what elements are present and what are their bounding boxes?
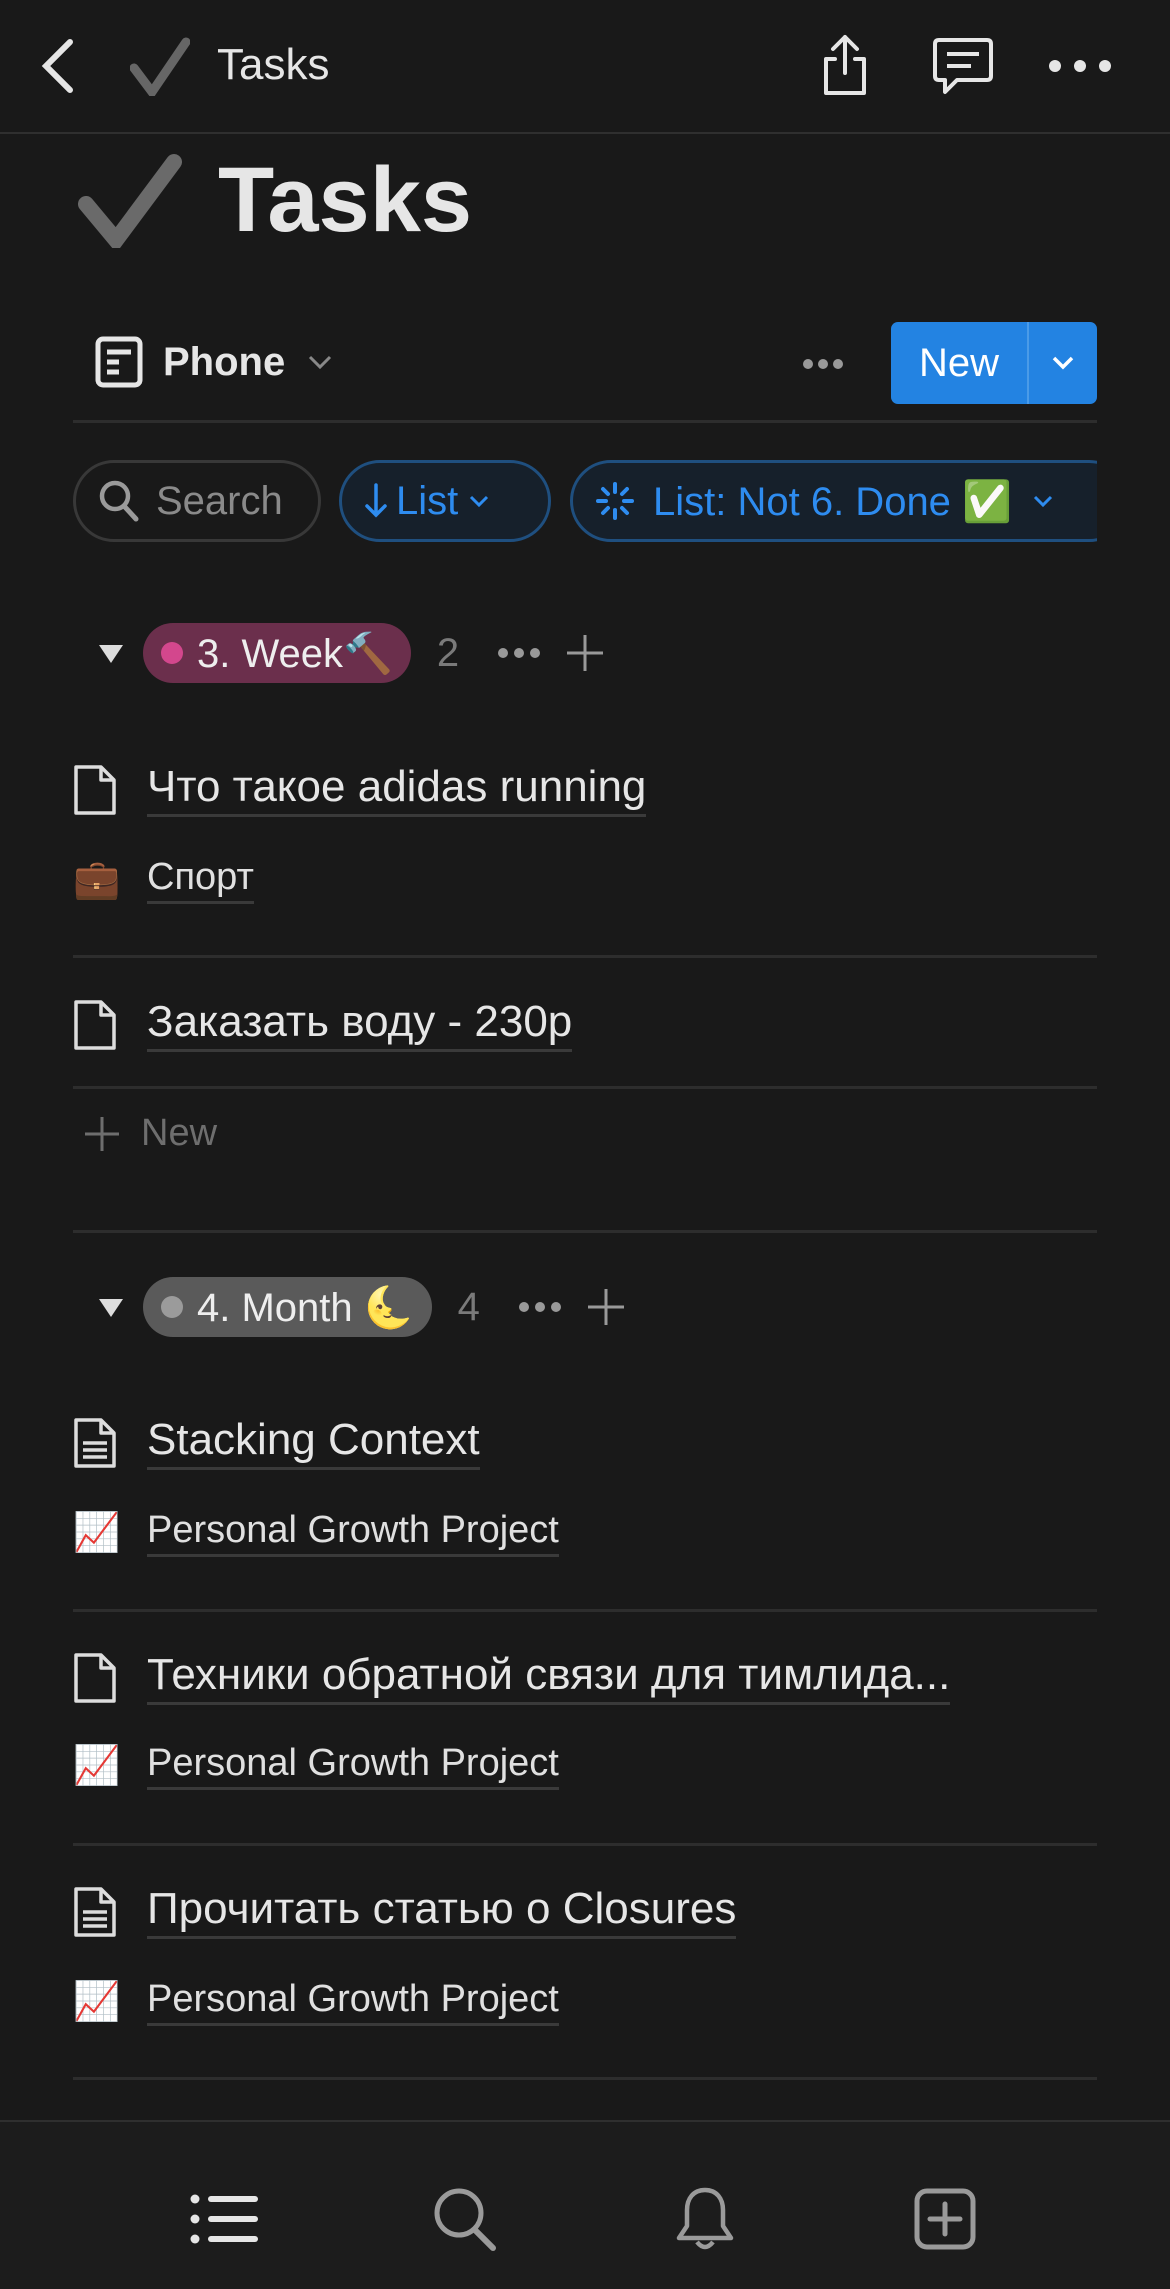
group-label: 3. Week🔨: [197, 631, 393, 676]
chart-increasing-icon: 📈: [73, 1745, 121, 1787]
arrow-down-icon: [365, 483, 387, 518]
sort-chip[interactable]: List: [339, 460, 551, 542]
chevron-down-icon: [1033, 495, 1052, 508]
chart-increasing-icon: 📈: [73, 1981, 121, 2023]
relation-label: Personal Growth Project: [147, 1978, 559, 2026]
sort-label: List: [396, 478, 459, 523]
tab-notifications[interactable]: [665, 2184, 745, 2254]
item-title: Заказать воду - 230р: [147, 997, 573, 1052]
divider: [73, 1230, 1097, 1233]
group-label: 4. Month 🌜: [197, 1285, 414, 1330]
list-item[interactable]: Что такое adidas running: [73, 762, 1097, 817]
group-more-icon[interactable]: [518, 1301, 562, 1313]
divider: [73, 1609, 1097, 1612]
item-title: Stacking Context: [147, 1415, 480, 1470]
relation-label: Спорт: [147, 856, 254, 904]
filter-bar: Search List List: Not 6. Done ✅: [73, 0, 1097, 600]
status-dot: [161, 642, 183, 664]
add-new-row[interactable]: New: [73, 1112, 1097, 1155]
tab-home[interactable]: [185, 2184, 265, 2254]
add-square-icon: [914, 2188, 976, 2250]
divider: [73, 1843, 1097, 1846]
group-tag: 3. Week🔨: [143, 623, 411, 683]
tab-search[interactable]: [425, 2184, 505, 2254]
divider: [73, 1086, 1097, 1089]
item-title: Что такое adidas running: [147, 762, 647, 817]
group-tag: 4. Month 🌜: [143, 1277, 432, 1337]
search-icon: [99, 480, 139, 522]
search-label: Search: [156, 478, 283, 523]
new-row-label: New: [141, 1112, 218, 1154]
item-relation[interactable]: 📈 Personal Growth Project: [73, 1742, 1097, 1790]
briefcase-icon: 💼: [73, 859, 121, 901]
group-header-week: 3. Week🔨 2: [95, 623, 605, 683]
chart-increasing-icon: 📈: [73, 1512, 121, 1554]
item-title: Прочитать статью о Closures: [147, 1884, 737, 1939]
loading-icon: [596, 482, 634, 520]
list-icon: [190, 2194, 258, 2244]
collapse-toggle-icon[interactable]: [95, 1295, 135, 1319]
page-icon: [74, 1652, 116, 1703]
chevron-left-icon: [41, 39, 73, 93]
item-relation[interactable]: 📈 Personal Growth Project: [73, 1509, 1097, 1557]
bottom-tab-bar: [0, 2120, 1170, 2289]
search-icon: [434, 2188, 496, 2251]
list-item[interactable]: Техники обратной связи для тимлида...: [73, 1650, 1097, 1705]
group-count: 2: [436, 630, 460, 675]
filter-chip[interactable]: List: Not 6. Done ✅: [570, 460, 1097, 542]
list-item[interactable]: Заказать воду - 230р: [73, 997, 1097, 1052]
item-relation[interactable]: 💼 Спорт: [73, 856, 1097, 904]
relation-label: Personal Growth Project: [147, 1742, 559, 1790]
search-chip[interactable]: Search: [73, 460, 321, 542]
collapse-toggle-icon[interactable]: [95, 641, 135, 665]
group-more-icon[interactable]: [497, 647, 541, 659]
list-item[interactable]: Прочитать статью о Closures: [73, 1884, 1097, 1939]
document-icon: [74, 1417, 116, 1468]
status-dot: [161, 1296, 183, 1318]
page-icon: [74, 999, 116, 1050]
bell-icon: [676, 2187, 734, 2250]
item-relation[interactable]: 📈 Personal Growth Project: [73, 1978, 1097, 2026]
plus-icon: [85, 1116, 119, 1151]
document-icon: [74, 1886, 116, 1937]
tab-new-page[interactable]: [905, 2184, 985, 2254]
group-count: 4: [457, 1284, 480, 1329]
page-icon: [74, 764, 116, 815]
divider: [73, 2077, 1097, 2080]
item-title: Техники обратной связи для тимлида...: [147, 1650, 951, 1705]
group-header-month: 4. Month 🌜 4: [95, 1277, 626, 1337]
divider: [73, 955, 1097, 958]
group-add-icon[interactable]: [586, 1287, 626, 1327]
list-item[interactable]: Stacking Context: [73, 1415, 1097, 1470]
chevron-down-icon: [470, 495, 489, 508]
relation-label: Personal Growth Project: [147, 1509, 559, 1557]
group-add-icon[interactable]: [565, 633, 605, 673]
filter-label: List: Not 6. Done ✅: [653, 479, 1012, 524]
